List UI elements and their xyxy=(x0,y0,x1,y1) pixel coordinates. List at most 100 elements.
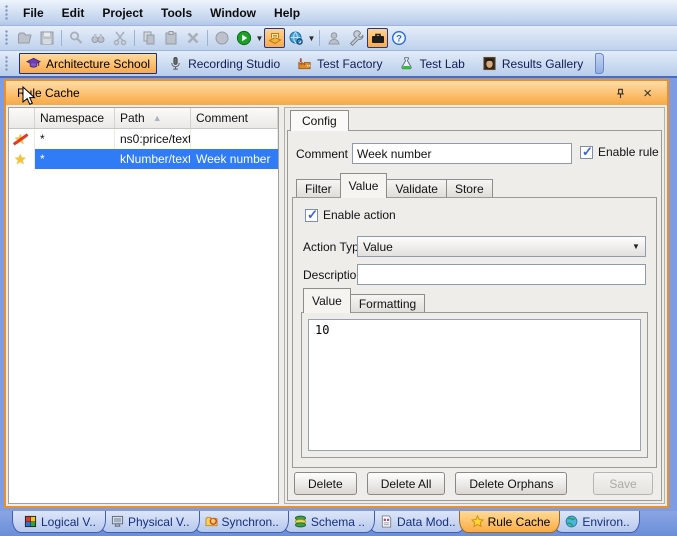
save-button[interactable]: Save xyxy=(593,472,653,495)
web-search-dropdown-arrow[interactable]: ▼ xyxy=(307,34,316,43)
cell-path: ns0:price/text() xyxy=(115,129,191,149)
delete-orphans-button[interactable]: Delete Orphans xyxy=(455,472,568,495)
description-input[interactable] xyxy=(357,264,646,285)
run-button[interactable] xyxy=(233,28,255,49)
tab-label: Rule Cache xyxy=(487,514,551,529)
globe-icon xyxy=(565,515,578,528)
perspective-test-lab[interactable]: Test Lab xyxy=(393,54,470,73)
pin-icon[interactable] xyxy=(614,87,627,100)
menu-tools[interactable]: Tools xyxy=(152,3,201,23)
toolbar-grip[interactable] xyxy=(5,30,9,46)
tab-data-model[interactable]: Data Mod.. xyxy=(367,511,466,533)
tab-label: Physical V.. xyxy=(127,514,190,529)
delete-button[interactable]: Delete xyxy=(294,472,357,495)
tab-store[interactable]: Store xyxy=(445,179,493,198)
table-row-selected[interactable]: ★ * kNumber/text() Week number xyxy=(9,149,278,169)
open-button[interactable] xyxy=(14,28,36,49)
column-header-comment[interactable]: Comment xyxy=(191,108,278,128)
perspective-label: Architecture School xyxy=(46,56,151,71)
briefcase-button[interactable] xyxy=(367,28,388,48)
column-header-path[interactable]: Path ▲ xyxy=(115,108,191,128)
cube-icon xyxy=(24,515,37,528)
user-button[interactable] xyxy=(323,28,345,49)
comment-label: Comment xyxy=(296,147,349,161)
save-icon xyxy=(40,31,54,45)
settings-button[interactable] xyxy=(345,28,367,49)
card-file-button[interactable] xyxy=(264,28,285,48)
stop-button[interactable] xyxy=(211,28,233,49)
perspective-label: Test Lab xyxy=(419,56,465,71)
briefcase-icon xyxy=(371,33,384,43)
table-row[interactable]: ★ * ns0:price/text() xyxy=(9,129,278,149)
cell-namespace: * xyxy=(35,149,115,169)
tab-formatting[interactable]: Formatting xyxy=(349,294,426,313)
search-icon xyxy=(70,31,83,44)
value-editor[interactable] xyxy=(308,319,641,451)
perspective-bar-grip[interactable] xyxy=(5,55,9,72)
action-type-dropdown[interactable]: Value ▼ xyxy=(357,236,646,257)
rule-disabled-star-icon: ★ xyxy=(14,131,27,147)
perspective-label: Test Factory xyxy=(317,56,383,71)
perspective-architecture-school[interactable]: Architecture School xyxy=(19,53,158,74)
close-icon[interactable]: × xyxy=(643,86,652,101)
help-button[interactable]: ? xyxy=(388,28,410,49)
menu-edit[interactable]: Edit xyxy=(53,3,94,23)
sort-ascending-icon: ▲ xyxy=(152,113,162,123)
rule-cache-panel-titlebar[interactable]: Rule Cache × xyxy=(6,81,667,105)
tab-schema[interactable]: Schema .. xyxy=(281,511,375,533)
web-search-icon xyxy=(289,31,303,45)
cell-comment: Week number xyxy=(191,149,278,169)
web-search-button[interactable] xyxy=(285,28,307,49)
perspective-bar-endcap xyxy=(595,53,605,74)
column-label: Comment xyxy=(196,111,249,125)
delete-all-button[interactable]: Delete All xyxy=(366,472,446,495)
rule-tab-strip: Filter Value Validate Store xyxy=(296,173,493,198)
tab-filter[interactable]: Filter xyxy=(296,179,341,198)
tab-config[interactable]: Config xyxy=(290,110,349,131)
tab-logical-view[interactable]: Logical V.. xyxy=(12,511,106,533)
main-toolbar: ▼ ▼ ? xyxy=(0,26,677,51)
rule-cache-panel-body: Namespace Path ▲ Comment ★ * ns0:price/te… xyxy=(6,105,667,506)
search-button[interactable] xyxy=(65,28,87,49)
tab-editor-value[interactable]: Value xyxy=(303,288,351,313)
wrench-icon xyxy=(349,30,364,46)
value-editor-frame xyxy=(301,312,648,458)
copy-button[interactable] xyxy=(138,28,160,49)
tab-validate[interactable]: Validate xyxy=(386,179,447,198)
tab-environment[interactable]: Environ.. xyxy=(553,511,640,533)
enable-action-checkbox[interactable]: Enable action xyxy=(305,207,396,223)
bottom-tab-strip: Logical V.. Physical V.. Synchron.. Sche… xyxy=(0,511,677,536)
menubar-grip[interactable] xyxy=(5,4,9,21)
enable-action-label: Enable action xyxy=(323,208,396,222)
menu-file[interactable]: File xyxy=(14,3,53,23)
svg-text:?: ? xyxy=(396,33,402,44)
perspective-results-gallery[interactable]: Results Gallery xyxy=(476,54,589,73)
mouse-cursor xyxy=(22,86,36,105)
tab-label: Data Mod.. xyxy=(396,514,456,529)
tab-rule-cache[interactable]: Rule Cache xyxy=(458,511,561,533)
menu-project[interactable]: Project xyxy=(93,3,152,23)
tab-synchronize[interactable]: Synchron.. xyxy=(192,511,289,533)
save-button[interactable] xyxy=(36,28,58,49)
column-header-namespace[interactable]: Namespace xyxy=(35,108,115,128)
checkbox-checked-icon xyxy=(305,207,318,223)
tab-physical-view[interactable]: Physical V.. xyxy=(98,511,200,533)
column-header-icon[interactable] xyxy=(9,108,35,128)
run-dropdown-arrow[interactable]: ▼ xyxy=(255,34,264,43)
perspective-recording-studio[interactable]: Recording Studio xyxy=(162,54,286,73)
find-button[interactable] xyxy=(87,28,109,49)
toolbar-separator xyxy=(207,30,208,46)
cut-button[interactable] xyxy=(109,28,131,49)
description-label: Description xyxy=(303,268,364,282)
menu-help[interactable]: Help xyxy=(265,3,309,23)
delete-button[interactable] xyxy=(182,28,204,49)
paste-button[interactable] xyxy=(160,28,182,49)
perspective-test-factory[interactable]: Test Factory xyxy=(291,54,388,73)
menu-window[interactable]: Window xyxy=(201,3,265,23)
tab-value[interactable]: Value xyxy=(339,173,388,198)
graduation-cap-icon xyxy=(26,57,41,68)
user-icon xyxy=(328,32,340,45)
comment-input[interactable] xyxy=(352,143,572,164)
rules-table-header: Namespace Path ▲ Comment xyxy=(9,108,278,129)
enable-rule-checkbox[interactable]: Enable rule xyxy=(580,144,659,160)
